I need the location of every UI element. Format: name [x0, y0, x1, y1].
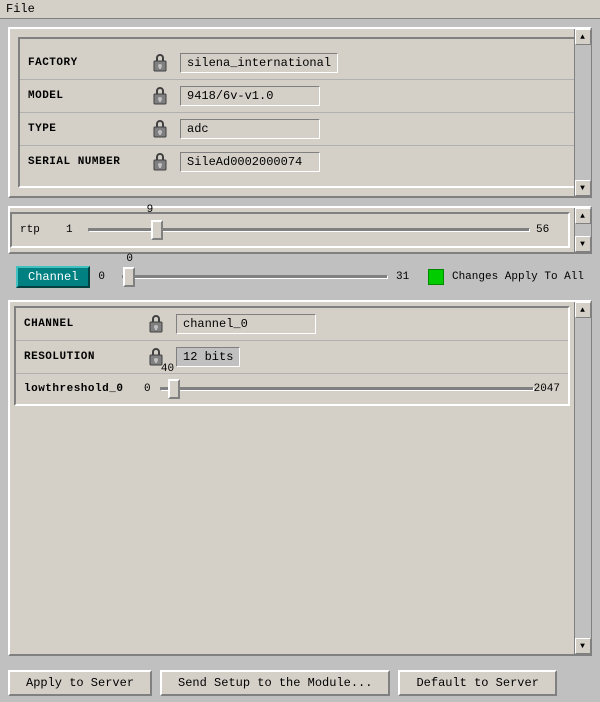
bottom-panel-inner: CHANNEL channel_0 RESOLUTION 12 bits low… [14, 306, 570, 406]
default-server-button[interactable]: Default to Server [398, 670, 556, 696]
menu-bar: File [0, 0, 600, 19]
bottom-panel: CHANNEL channel_0 RESOLUTION 12 bits low… [8, 300, 592, 656]
rtp-panel-inner: rtp 1 9 56 [10, 212, 570, 248]
factory-field-value-0: silena_international [180, 53, 338, 73]
main-content: FACTORY silena_international MODEL 9418/… [0, 19, 600, 664]
scroll-up-btn[interactable]: ▲ [575, 29, 591, 45]
factory-field-row-3: SERIAL NUMBER SileAd0002000074 [20, 146, 580, 178]
factory-field-value-1: 9418/6v-v1.0 [180, 86, 320, 106]
send-setup-button[interactable]: Send Setup to the Module... [160, 670, 390, 696]
rtp-scroll-up[interactable]: ▲ [575, 208, 591, 224]
rtp-label: rtp [20, 224, 60, 236]
channel-button[interactable]: Channel [16, 266, 90, 288]
rtp-scrollbar[interactable]: ▲ ▼ [574, 208, 590, 252]
channel-bar: Channel 0 0 31 Changes Apply To All [8, 262, 592, 292]
lowthreshold-label: lowthreshold_0 [24, 383, 144, 395]
factory-field-label-3: SERIAL NUMBER [28, 156, 148, 168]
channel-track [122, 275, 388, 279]
lowthreshold-thumb[interactable] [168, 379, 180, 399]
factory-field-value-2: adc [180, 119, 320, 139]
rtp-track [88, 228, 530, 232]
factory-scrollbar[interactable]: ▲ ▼ [574, 29, 590, 196]
rtp-scroll-track [575, 224, 591, 236]
bottom-scrollbar[interactable]: ▲ ▼ [574, 302, 590, 654]
lock-icon-2 [148, 117, 172, 141]
factory-field-row-2: TYPE adc [20, 113, 580, 146]
channel-slider-container: 0 [122, 267, 388, 287]
lock-icon-0 [148, 51, 172, 75]
rtp-value-label: 9 [147, 204, 154, 216]
bottom-lock-icon-0 [144, 312, 168, 336]
lock-icon-1 [148, 84, 172, 108]
bottom-field-label-0: CHANNEL [24, 318, 144, 330]
bottom-field-value-1: 12 bits [176, 347, 240, 367]
lowthreshold-track [160, 387, 534, 391]
rtp-min: 1 [66, 224, 82, 236]
factory-field-label-2: TYPE [28, 123, 148, 135]
factory-field-value-3: SileAd0002000074 [180, 152, 320, 172]
rtp-slider-row: rtp 1 9 56 [20, 220, 560, 240]
lowthreshold-max: 2047 [534, 383, 560, 395]
footer: Apply to Server Send Setup to the Module… [0, 664, 600, 702]
factory-panel-inner: FACTORY silena_international MODEL 9418/… [18, 37, 582, 188]
lowthreshold-value-label: 40 [161, 363, 174, 375]
bottom-scroll-down[interactable]: ▼ [575, 638, 591, 654]
lowthreshold-slider-container: 40 [160, 379, 534, 399]
factory-field-label-1: MODEL [28, 90, 148, 102]
changes-label: Changes Apply To All [452, 271, 584, 283]
scroll-down-btn[interactable]: ▼ [575, 180, 591, 196]
rtp-slider-container: 9 [88, 220, 530, 240]
scroll-track [575, 45, 591, 180]
file-menu[interactable]: File [6, 2, 35, 16]
factory-field-row-1: MODEL 9418/6v-v1.0 [20, 80, 580, 113]
channel-value-label: 0 [126, 253, 133, 265]
channel-min: 0 [98, 271, 114, 283]
lowthreshold-min: 0 [144, 383, 160, 395]
bottom-scroll-track [575, 318, 591, 638]
green-indicator [428, 269, 444, 285]
apply-server-button[interactable]: Apply to Server [8, 670, 152, 696]
factory-field-label-0: FACTORY [28, 57, 148, 69]
rtp-scroll-down[interactable]: ▼ [575, 236, 591, 252]
rtp-thumb[interactable] [151, 220, 163, 240]
bottom-field-label-1: RESOLUTION [24, 351, 144, 363]
factory-field-row-0: FACTORY silena_international [20, 47, 580, 80]
rtp-panel: rtp 1 9 56 ▲ ▼ [8, 206, 592, 254]
lowthreshold-row: lowthreshold_0 0 40 2047 [16, 374, 568, 404]
bottom-scroll-up[interactable]: ▲ [575, 302, 591, 318]
rtp-max: 56 [536, 224, 560, 236]
bottom-field-value-0: channel_0 [176, 314, 316, 334]
channel-max: 31 [396, 271, 420, 283]
channel-thumb[interactable] [123, 267, 135, 287]
bottom-field-row-0: CHANNEL channel_0 [16, 308, 568, 341]
lock-icon-3 [148, 150, 172, 174]
bottom-field-row-1: RESOLUTION 12 bits [16, 341, 568, 374]
factory-panel: FACTORY silena_international MODEL 9418/… [8, 27, 592, 198]
